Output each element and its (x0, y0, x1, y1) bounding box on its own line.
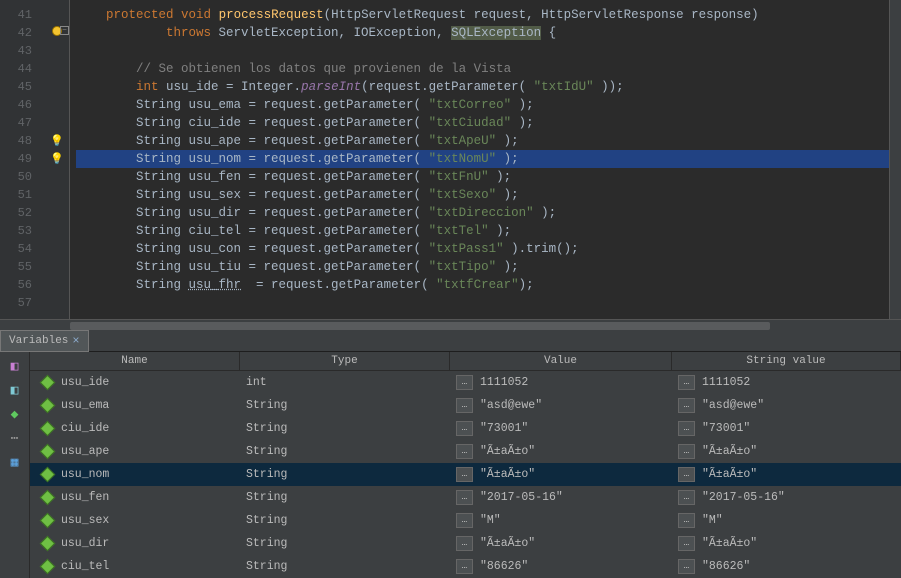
var-name-cell: usu_ema (30, 397, 240, 414)
var-type-cell: String (240, 558, 450, 575)
var-name-cell: usu_nom (30, 466, 240, 483)
ellipsis-button[interactable]: … (456, 536, 473, 551)
var-strvalue-cell: …"73001" (672, 419, 901, 438)
toolbar-icon-2[interactable]: ◧ (7, 382, 23, 398)
ellipsis-button[interactable]: … (456, 421, 473, 436)
table-row[interactable]: ciu_ideString…"73001"…"73001" (30, 417, 901, 440)
col-value[interactable]: Value (450, 352, 672, 370)
diamond-icon (40, 421, 56, 437)
toolbar-icon-1[interactable]: ◧ (7, 358, 23, 374)
ellipsis-button[interactable]: … (456, 398, 473, 413)
code-editor: 4142434445464748495051525354555657 − 💡 💡… (0, 0, 901, 319)
table-header: Name Type Value String value (30, 352, 901, 371)
var-value-cell: …"Ã±aÃ±o" (450, 534, 672, 553)
var-value-cell: …"M" (450, 511, 672, 530)
variables-table: Name Type Value String value usu_ideint…… (30, 352, 901, 578)
var-value-cell: …"73001" (450, 419, 672, 438)
diamond-icon (40, 375, 56, 391)
gutter-marks: − 💡 💡 (42, 0, 70, 319)
diamond-icon (40, 444, 56, 460)
var-type-cell: String (240, 535, 450, 552)
ellipsis-button[interactable]: … (678, 398, 695, 413)
line-numbers: 4142434445464748495051525354555657 (0, 0, 42, 319)
diamond-icon (40, 559, 56, 575)
toolbar-icon-4[interactable]: ⋯ (7, 430, 23, 446)
horizontal-scrollbar[interactable] (0, 319, 901, 330)
table-row[interactable]: usu_sexString…"M"…"M" (30, 509, 901, 532)
ellipsis-button[interactable]: … (456, 467, 473, 482)
var-type-cell: String (240, 512, 450, 529)
var-strvalue-cell: …"Ã±aÃ±o" (672, 442, 901, 461)
var-name-cell: usu_dir (30, 535, 240, 552)
diamond-icon (40, 467, 56, 483)
variables-toolbar: ◧ ◧ ◆ ⋯ ▦ (0, 352, 30, 578)
ellipsis-button[interactable]: … (678, 536, 695, 551)
ellipsis-button[interactable]: … (456, 513, 473, 528)
var-type-cell: String (240, 443, 450, 460)
table-row[interactable]: usu_apeString…"Ã±aÃ±o"…"Ã±aÃ±o" (30, 440, 901, 463)
col-strvalue[interactable]: String value (672, 352, 901, 370)
ellipsis-button[interactable]: … (678, 559, 695, 574)
ellipsis-button[interactable]: … (456, 444, 473, 459)
var-strvalue-cell: …"Ã±aÃ±o" (672, 534, 901, 553)
col-type[interactable]: Type (240, 352, 450, 370)
var-strvalue-cell: …"Ã±aÃ±o" (672, 465, 901, 484)
bulb-icon[interactable]: 💡 (50, 152, 64, 166)
var-name-cell: usu_ide (30, 374, 240, 391)
var-strvalue-cell: …"asd@ewe" (672, 396, 901, 415)
table-row[interactable]: usu_nomString…"Ã±aÃ±o"…"Ã±aÃ±o" (30, 463, 901, 486)
ellipsis-button[interactable]: … (678, 444, 695, 459)
panel-tabs: Variables × (0, 330, 901, 352)
ellipsis-button[interactable]: … (678, 513, 695, 528)
var-name-cell: usu_ape (30, 443, 240, 460)
diamond-icon (40, 513, 56, 529)
var-strvalue-cell: …"M" (672, 511, 901, 530)
var-name-cell: ciu_tel (30, 558, 240, 575)
var-type-cell: int (240, 374, 450, 391)
variables-tab[interactable]: Variables × (0, 330, 89, 352)
variables-panel: ◧ ◧ ◆ ⋯ ▦ Name Type Value String value u… (0, 352, 901, 578)
vertical-scrollbar[interactable] (889, 0, 901, 319)
var-value-cell: …"2017-05-16" (450, 488, 672, 507)
ellipsis-button[interactable]: … (456, 375, 473, 390)
bulb-icon[interactable]: 💡 (50, 134, 64, 148)
var-name-cell: usu_fen (30, 489, 240, 506)
table-row[interactable]: ciu_telString…"86626"…"86626" (30, 555, 901, 578)
var-type-cell: String (240, 489, 450, 506)
var-strvalue-cell: …"2017-05-16" (672, 488, 901, 507)
tab-label: Variables (9, 335, 68, 347)
var-type-cell: String (240, 466, 450, 483)
ellipsis-button[interactable]: … (456, 559, 473, 574)
col-name[interactable]: Name (30, 352, 240, 370)
ellipsis-button[interactable]: … (678, 467, 695, 482)
ellipsis-button[interactable]: … (456, 490, 473, 505)
var-strvalue-cell: …1111052 (672, 373, 901, 392)
var-name-cell: usu_sex (30, 512, 240, 529)
var-strvalue-cell: …"86626" (672, 557, 901, 576)
var-type-cell: String (240, 397, 450, 414)
var-value-cell: …"asd@ewe" (450, 396, 672, 415)
fold-icon[interactable]: − (60, 26, 69, 35)
var-value-cell: …"86626" (450, 557, 672, 576)
table-row[interactable]: usu_emaString…"asd@ewe"…"asd@ewe" (30, 394, 901, 417)
var-value-cell: …1111052 (450, 373, 672, 392)
var-value-cell: …"Ã±aÃ±o" (450, 465, 672, 484)
close-icon[interactable]: × (72, 334, 79, 348)
var-type-cell: String (240, 420, 450, 437)
var-value-cell: …"Ã±aÃ±o" (450, 442, 672, 461)
diamond-icon (40, 536, 56, 552)
toolbar-icon-5[interactable]: ▦ (7, 454, 23, 470)
table-row[interactable]: usu_fenString…"2017-05-16"…"2017-05-16" (30, 486, 901, 509)
ellipsis-button[interactable]: … (678, 375, 695, 390)
code-canvas[interactable]: protected void processRequest(HttpServle… (70, 0, 889, 319)
diamond-icon (40, 490, 56, 506)
ellipsis-button[interactable]: … (678, 421, 695, 436)
table-row[interactable]: usu_dirString…"Ã±aÃ±o"…"Ã±aÃ±o" (30, 532, 901, 555)
diamond-icon (40, 398, 56, 414)
var-name-cell: ciu_ide (30, 420, 240, 437)
ellipsis-button[interactable]: … (678, 490, 695, 505)
table-row[interactable]: usu_ideint…1111052…1111052 (30, 371, 901, 394)
toolbar-icon-3[interactable]: ◆ (7, 406, 23, 422)
